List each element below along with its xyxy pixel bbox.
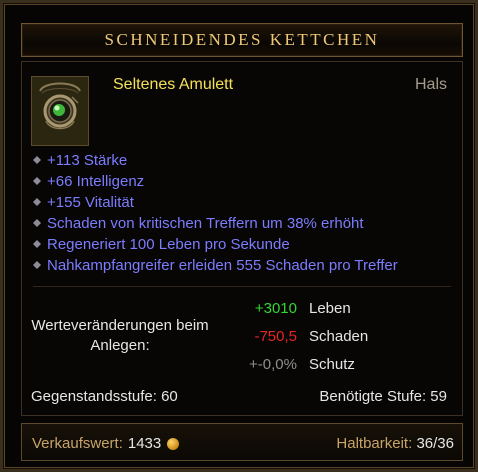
diamond-bullet-icon	[33, 176, 41, 185]
diamond-bullet-icon	[33, 155, 41, 164]
stat-changes-label-line1: Werteveränderungen beim	[31, 317, 209, 334]
sell-value-label: Verkaufswert:	[32, 435, 123, 452]
divider	[33, 286, 451, 287]
item-icon-frame	[31, 76, 89, 146]
affix-thorns: Nahkampfangreifer erleiden 555 Schaden p…	[33, 255, 398, 276]
gold-coin-icon	[167, 437, 180, 450]
affix-text: Nahkampfangreifer erleiden 555 Schaden p…	[47, 257, 398, 274]
durability: Haltbarkeit: 36/36	[336, 435, 454, 452]
sell-value: Verkaufswert: 1433	[32, 435, 180, 452]
affix-text: +155 Vitalität	[47, 194, 134, 211]
item-tooltip: SCHNEIDENDES KETTCHEN Seltenes Amulett H…	[0, 0, 478, 472]
amulet-icon	[32, 77, 88, 145]
tooltip-header: SCHNEIDENDES KETTCHEN	[21, 23, 463, 57]
required-level: Benötigte Stufe: 59	[319, 388, 447, 405]
affix-intelligence: +66 Intelligenz	[33, 171, 398, 192]
diamond-bullet-icon	[33, 260, 41, 269]
affix-text: +66 Intelligenz	[47, 173, 145, 190]
durability-value: 36/36	[416, 435, 454, 452]
item-level: Gegenstandsstufe: 60	[31, 388, 178, 405]
tooltip-footer: Verkaufswert: 1433 Haltbarkeit: 36/36	[21, 423, 463, 461]
affix-text: Regeneriert 100 Leben pro Sekunde	[47, 236, 290, 253]
item-slot: Hals	[414, 76, 447, 93]
affix-list: +113 Stärke +66 Intelligenz +155 Vitalit…	[33, 150, 398, 276]
affix-life-regen: Regeneriert 100 Leben pro Sekunde	[33, 234, 398, 255]
stat-changes-label: Werteveränderungen beim Anlegen:	[25, 316, 215, 356]
affix-text: Schaden von kritischen Treffern um 38% e…	[47, 215, 364, 232]
stat-change-life-label: Leben	[309, 300, 351, 317]
diamond-bullet-icon	[33, 239, 41, 248]
stat-change-damage-value: -750,5	[254, 328, 297, 345]
stat-change-damage-label: Schaden	[309, 328, 369, 345]
stat-change-life-value: +3010	[254, 300, 297, 317]
stat-change-armor-value: +-0,0%	[249, 356, 297, 373]
affix-text: +113 Stärke	[47, 152, 128, 169]
affix-vitality: +155 Vitalität	[33, 192, 398, 213]
durability-label: Haltbarkeit:	[336, 435, 413, 452]
stat-changes-label-line2: Anlegen:	[90, 337, 150, 354]
item-name: SCHNEIDENDES KETTCHEN	[104, 30, 380, 49]
item-type: Seltenes Amulett	[113, 76, 234, 93]
sell-value-amount: 1433	[127, 435, 162, 452]
diamond-bullet-icon	[33, 197, 41, 206]
affix-crit-damage: Schaden von kritischen Treffern um 38% e…	[33, 213, 398, 234]
diamond-bullet-icon	[33, 218, 41, 227]
stat-change-armor-label: Schutz	[309, 356, 355, 373]
affix-strength: +113 Stärke	[33, 150, 398, 171]
